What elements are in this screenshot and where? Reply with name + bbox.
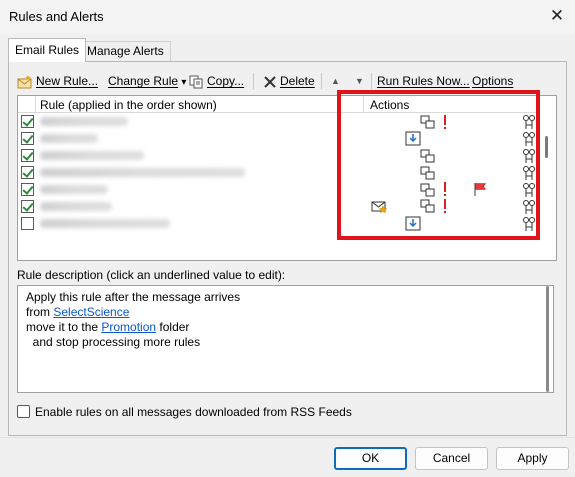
change-rule-label: Change Rule bbox=[108, 74, 179, 88]
toolbar-separator bbox=[371, 73, 372, 89]
toolbar-separator bbox=[253, 73, 254, 89]
rss-option-label: Enable rules on all messages downloaded … bbox=[35, 405, 352, 419]
tab-email-rules[interactable]: Email Rules bbox=[8, 38, 87, 62]
toolbar-separator bbox=[321, 73, 322, 89]
chevron-down-icon: ▾ bbox=[181, 77, 187, 88]
stop-processing-icon bbox=[523, 132, 535, 146]
new-rule-label: New Rule... bbox=[36, 74, 99, 88]
copy-to-folder-icon bbox=[420, 183, 435, 197]
rule-name-redacted bbox=[40, 117, 128, 126]
description-text: move it to the bbox=[26, 320, 102, 334]
rule-name-redacted bbox=[40, 168, 245, 177]
rules-toolbar: New Rule... Change Rule ▾ Copy... Delete… bbox=[17, 70, 557, 92]
options-button[interactable]: Options bbox=[472, 70, 513, 92]
description-line: move it to the Promotion folder bbox=[26, 320, 545, 335]
rule-enabled-checkbox[interactable] bbox=[21, 115, 34, 128]
run-rules-now-label: Run Rules Now... bbox=[377, 74, 470, 88]
move-up-button[interactable]: ▲ bbox=[331, 70, 340, 92]
rule-name-redacted bbox=[40, 219, 170, 228]
dialog-button-bar: OK Cancel Apply bbox=[0, 437, 575, 477]
copy-to-folder-icon bbox=[420, 199, 435, 213]
description-line: from SelectScience bbox=[26, 305, 545, 320]
copy-label: Copy... bbox=[207, 74, 245, 88]
rules-list[interactable]: Rule (applied in the order shown) Action… bbox=[17, 95, 557, 261]
change-rule-button[interactable]: Change Rule ▾ bbox=[108, 70, 186, 92]
delete-rule-button[interactable]: Delete bbox=[263, 70, 315, 92]
stop-processing-icon bbox=[523, 115, 535, 129]
new-item-alert-icon bbox=[371, 201, 388, 214]
table-row[interactable] bbox=[18, 130, 538, 147]
column-divider bbox=[363, 96, 364, 113]
importance-icon bbox=[444, 182, 446, 196]
importance-icon bbox=[444, 115, 446, 129]
rule-description-label: Rule description (click an underlined va… bbox=[17, 268, 286, 282]
copy-to-folder-icon bbox=[420, 166, 435, 180]
table-row[interactable] bbox=[18, 113, 538, 130]
scrollbar-thumb[interactable] bbox=[545, 136, 548, 158]
description-scrollbar[interactable] bbox=[543, 286, 553, 392]
rule-name-redacted bbox=[40, 202, 112, 211]
rule-description-box: Apply this rule after the message arrive… bbox=[17, 285, 554, 393]
flag-icon bbox=[474, 183, 487, 196]
new-rule-button[interactable]: New Rule... bbox=[17, 70, 98, 92]
close-icon[interactable]: ✕ bbox=[545, 5, 569, 27]
importance-icon bbox=[444, 199, 446, 213]
copy-rule-button[interactable]: Copy... bbox=[189, 70, 244, 92]
scrollbar-thumb[interactable] bbox=[546, 286, 549, 392]
copy-to-folder-icon bbox=[420, 115, 435, 129]
rule-name-redacted bbox=[40, 134, 98, 143]
move-to-folder-icon bbox=[405, 131, 421, 146]
column-header-rule[interactable]: Rule (applied in the order shown) bbox=[40, 98, 217, 112]
email-rules-panel: New Rule... Change Rule ▾ Copy... Delete… bbox=[8, 61, 567, 436]
stop-processing-icon bbox=[523, 183, 535, 197]
rules-list-header: Rule (applied in the order shown) Action… bbox=[18, 96, 538, 113]
ok-button[interactable]: OK bbox=[334, 447, 407, 470]
description-text: from bbox=[26, 305, 54, 319]
table-row[interactable] bbox=[18, 198, 538, 215]
rule-name-redacted bbox=[40, 185, 108, 194]
arrow-down-icon: ▼ bbox=[355, 76, 364, 86]
description-line: and stop processing more rules bbox=[26, 335, 201, 349]
rule-enabled-checkbox[interactable] bbox=[21, 132, 34, 145]
window-title: Rules and Alerts bbox=[9, 9, 104, 24]
sender-link[interactable]: SelectScience bbox=[53, 305, 129, 319]
run-rules-now-button[interactable]: Run Rules Now... bbox=[377, 70, 470, 92]
apply-button[interactable]: Apply bbox=[496, 447, 569, 470]
stop-processing-icon bbox=[523, 200, 535, 214]
rule-enabled-checkbox[interactable] bbox=[21, 217, 34, 230]
description-text: folder bbox=[156, 320, 190, 334]
delete-icon bbox=[264, 76, 276, 88]
move-to-folder-icon bbox=[405, 216, 421, 231]
folder-link[interactable]: Promotion bbox=[101, 320, 156, 334]
dialog-body: Email Rules Manage Alerts New Rule... Ch… bbox=[0, 34, 575, 477]
table-row[interactable] bbox=[18, 215, 538, 232]
move-down-button[interactable]: ▼ bbox=[355, 70, 364, 92]
title-bar: Rules and Alerts ✕ bbox=[0, 0, 575, 34]
rule-name-redacted bbox=[40, 151, 144, 160]
cancel-button[interactable]: Cancel bbox=[415, 447, 488, 470]
stop-processing-icon bbox=[523, 217, 535, 231]
rules-list-scrollbar[interactable] bbox=[538, 96, 556, 260]
tab-manage-alerts[interactable]: Manage Alerts bbox=[80, 41, 171, 61]
rule-enabled-checkbox[interactable] bbox=[21, 200, 34, 213]
stop-processing-icon bbox=[523, 166, 535, 180]
options-label: Options bbox=[472, 74, 514, 88]
rss-checkbox[interactable] bbox=[17, 405, 30, 418]
column-header-actions[interactable]: Actions bbox=[370, 98, 409, 112]
table-row[interactable] bbox=[18, 147, 538, 164]
rule-enabled-checkbox[interactable] bbox=[21, 183, 34, 196]
table-row[interactable] bbox=[18, 164, 538, 181]
description-line: Apply this rule after the message arrive… bbox=[26, 290, 241, 304]
column-divider bbox=[35, 96, 36, 113]
arrow-up-icon: ▲ bbox=[331, 76, 340, 86]
table-row[interactable] bbox=[18, 181, 538, 198]
rule-enabled-checkbox[interactable] bbox=[21, 149, 34, 162]
copy-to-folder-icon bbox=[420, 149, 435, 163]
new-rule-icon bbox=[17, 74, 32, 89]
copy-icon bbox=[189, 75, 203, 89]
delete-label: Delete bbox=[280, 74, 315, 88]
stop-processing-icon bbox=[523, 149, 535, 163]
rule-enabled-checkbox[interactable] bbox=[21, 166, 34, 179]
